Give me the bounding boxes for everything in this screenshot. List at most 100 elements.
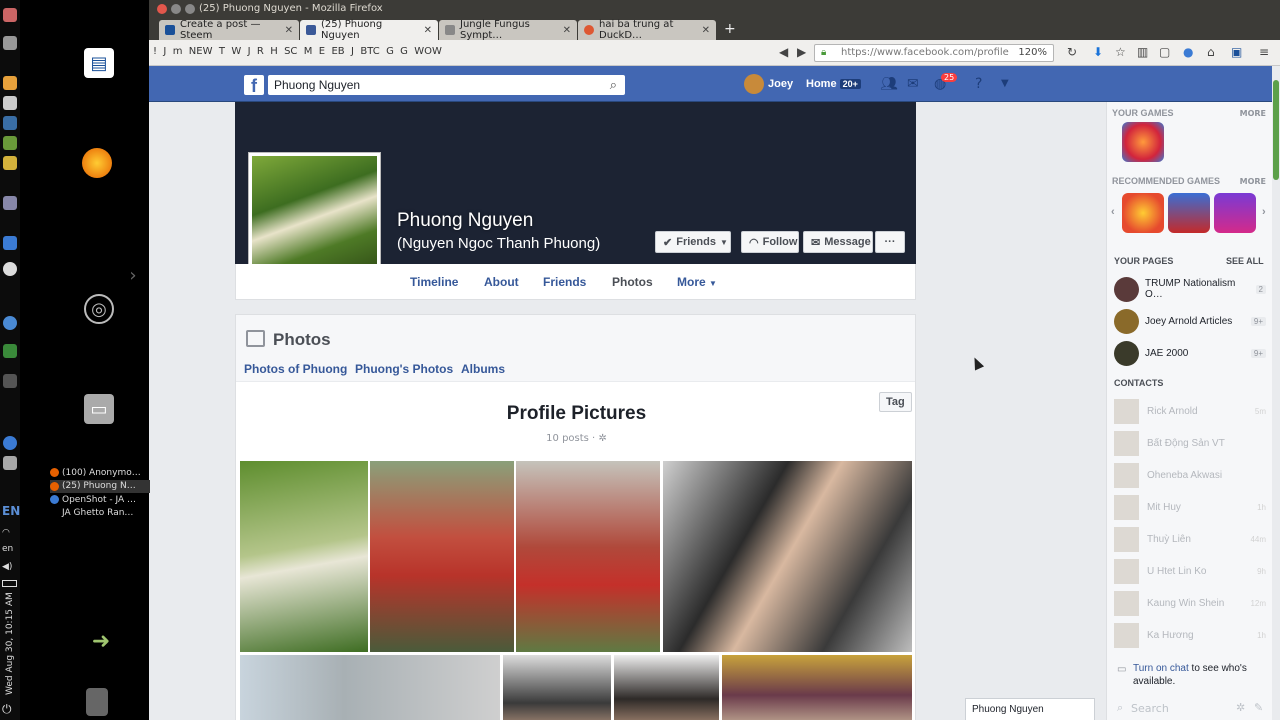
window-item[interactable]: OpenShot - JA … [50, 493, 150, 507]
app-icon[interactable] [3, 344, 17, 358]
trash-icon[interactable] [86, 688, 108, 716]
window-item[interactable]: (100) Anonymo… [50, 466, 150, 480]
chat-tab[interactable]: Phuong Nguyen [965, 698, 1095, 720]
page-item[interactable]: JAE 2000 9+ [1114, 340, 1266, 366]
volume-icon[interactable]: ◀) [2, 562, 12, 572]
photos-of-link[interactable]: Photos of Phuong [244, 362, 347, 376]
bookmark[interactable]: m [173, 46, 183, 57]
follow-button[interactable]: ◠ Follow [741, 231, 799, 253]
chat-search-input[interactable]: ⌕ Search ✲ ✎ [1114, 699, 1266, 719]
bookmark[interactable]: J [248, 46, 251, 57]
photo-thumbnail[interactable] [614, 655, 719, 720]
contact-item[interactable]: Kaung Win Shein 12m [1114, 590, 1266, 616]
photo-thumbnail[interactable] [722, 655, 912, 720]
launcher-expand-chevron-icon[interactable]: › [118, 260, 148, 290]
photo-thumbnail[interactable] [240, 461, 368, 652]
bookmark-star-icon[interactable]: ☆ [1115, 45, 1126, 59]
photo-thumbnail[interactable] [503, 655, 611, 720]
new-tab-icon[interactable]: + [724, 21, 736, 37]
app-icon[interactable] [3, 196, 17, 210]
ball-icon[interactable] [3, 262, 17, 276]
tab-timeline[interactable]: Timeline [410, 275, 458, 289]
close-window-button[interactable] [157, 4, 167, 14]
more-options-button[interactable]: ··· [875, 231, 905, 253]
avatar[interactable] [744, 74, 764, 94]
extension-icon[interactable]: ● [1183, 45, 1193, 59]
wifi-icon[interactable]: ◠ [2, 528, 10, 538]
tab-about[interactable]: About [484, 275, 519, 289]
pocket-icon[interactable]: ▢ [1159, 45, 1170, 59]
app-icon[interactable] [3, 236, 17, 250]
bookmark[interactable]: WOW [414, 46, 442, 57]
friends-button[interactable]: ✔ Friends ▼ [655, 231, 731, 253]
messenger-icon[interactable]: ✉ [907, 76, 923, 92]
close-tab-icon[interactable]: ✕ [563, 25, 571, 36]
browser-tab[interactable]: hai ba trung at DuckD… ✕ [578, 19, 716, 41]
see-all-pages-link[interactable]: SEE ALL [1226, 256, 1264, 266]
clock[interactable]: Wed Aug 30, 10:15 AM [5, 592, 15, 695]
search-icon[interactable]: ⌕ [610, 77, 617, 93]
close-tab-icon[interactable]: ✕ [424, 25, 432, 36]
bookmark[interactable]: J [163, 46, 166, 57]
bitcoin-icon[interactable] [3, 76, 17, 90]
keyboard-layout-small[interactable]: en [2, 544, 13, 554]
scrollbar-thumb[interactable] [1273, 80, 1279, 180]
app-icon[interactable] [3, 436, 17, 450]
users-photos-link[interactable]: Phuong's Photos [355, 362, 453, 376]
back-arrow-icon[interactable]: ◀ [779, 45, 788, 59]
bookmark[interactable]: EB [331, 46, 344, 57]
user-transfer-icon[interactable]: ➜ [86, 626, 116, 656]
contact-item[interactable]: Ka Hương 1h [1114, 622, 1266, 648]
more-games-link[interactable]: MORE [1240, 109, 1266, 118]
window-item[interactable]: JA Ghetto Ran… [50, 507, 150, 521]
app-icon[interactable] [3, 374, 17, 388]
download-icon[interactable]: ⬇ [1093, 45, 1103, 59]
more-recommended-link[interactable]: MORE [1240, 177, 1266, 186]
slots-game-icon[interactable] [1214, 193, 1256, 233]
compose-icon[interactable]: ✎ [1254, 701, 1263, 714]
home-icon[interactable]: ⌂ [1207, 45, 1215, 59]
file-cabinet-icon[interactable]: ▭ [84, 394, 114, 424]
hot-shot-slots-game-icon[interactable] [1168, 193, 1210, 233]
albums-link[interactable]: Albums [461, 362, 505, 376]
close-tab-icon[interactable]: ✕ [702, 25, 710, 36]
game-icon[interactable] [1122, 193, 1164, 233]
profile-link[interactable]: Joey [768, 78, 793, 90]
page-item[interactable]: Joey Arnold Articles 9+ [1114, 308, 1266, 334]
message-button[interactable]: ✉ Message [803, 231, 873, 253]
bookmark[interactable]: NEW [189, 46, 213, 57]
help-icon[interactable]: ? [975, 76, 991, 92]
gear-icon[interactable]: ✲ [1236, 701, 1245, 714]
contact-item[interactable]: Thuỳ Liên 44m [1114, 526, 1266, 552]
minimize-window-button[interactable] [171, 4, 181, 14]
photo-thumbnail[interactable] [240, 655, 500, 720]
photos-title[interactable]: Photos [273, 330, 331, 350]
browser-tab[interactable]: Jungle Fungus Sympt… ✕ [439, 19, 577, 41]
bookmark[interactable]: G [400, 46, 408, 57]
page-scrollbar[interactable] [1272, 66, 1280, 720]
facebook-logo[interactable]: f [244, 75, 264, 96]
bookmark[interactable]: G [386, 46, 394, 57]
contact-item[interactable]: Rick Arnold 5m [1114, 398, 1266, 424]
menu-icon[interactable]: ≡ [1259, 45, 1269, 59]
photo-thumbnail[interactable] [663, 461, 912, 652]
app-icon[interactable] [3, 8, 17, 22]
reload-icon[interactable]: ↻ [1067, 45, 1077, 59]
battery-icon[interactable] [2, 580, 17, 587]
candy-crush-game-icon[interactable] [1122, 122, 1164, 162]
tab-friends[interactable]: Friends [543, 275, 586, 289]
turn-on-chat-link[interactable]: Turn on chat [1133, 663, 1189, 674]
gear-icon[interactable]: ✲ [598, 433, 606, 444]
chrome-icon[interactable] [3, 316, 17, 330]
friend-requests-icon[interactable]: 👥︎ [880, 76, 898, 92]
contact-item[interactable]: Mit Huy 1h [1114, 494, 1266, 520]
library-icon[interactable]: ▥ [1137, 45, 1148, 59]
search-input[interactable]: Phuong Nguyen ⌕ [268, 75, 625, 95]
bookmark[interactable]: W [231, 46, 241, 57]
games-next-chevron-icon[interactable]: › [1262, 206, 1266, 218]
photo-thumbnail[interactable] [516, 461, 660, 652]
bookmark[interactable]: BTC [360, 46, 379, 57]
profile-name[interactable]: Phuong Nguyen [397, 210, 533, 232]
contact-item[interactable]: Oheneba Akwasi [1114, 462, 1266, 488]
bookmark[interactable]: T [219, 46, 225, 57]
